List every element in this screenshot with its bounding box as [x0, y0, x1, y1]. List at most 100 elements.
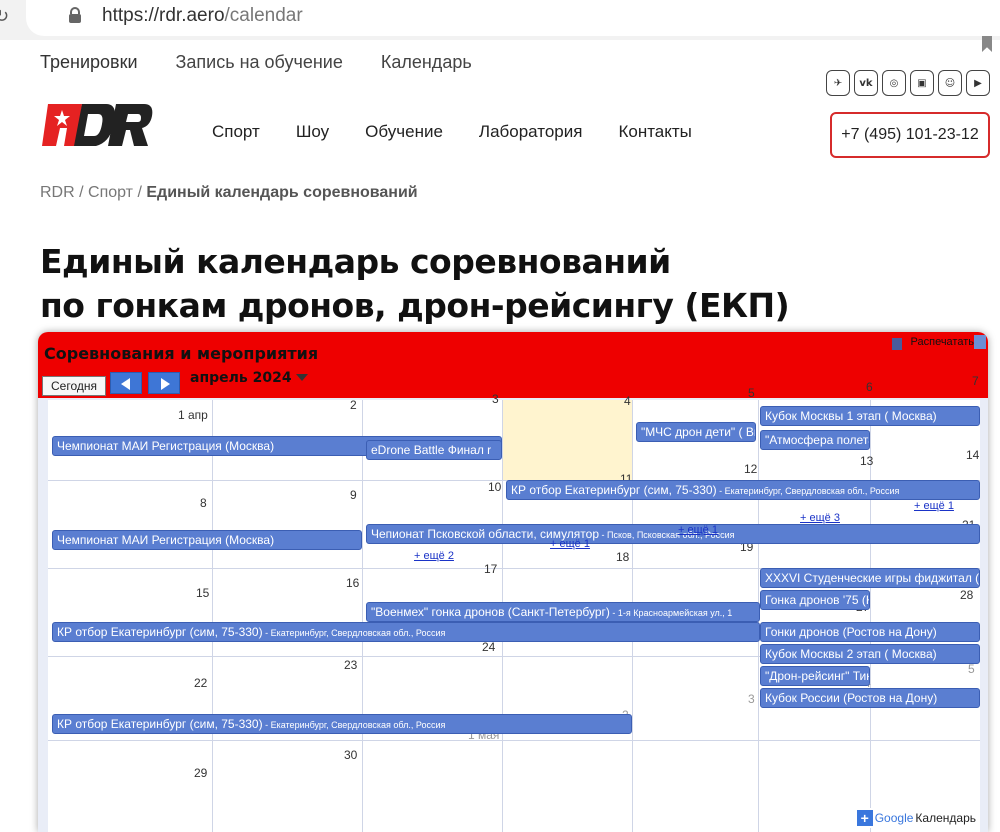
event-title: КР отбор Екатеринбург (сим, 75-330)	[511, 483, 717, 497]
google-calendar-badge[interactable]: + Google Календарь	[852, 808, 980, 828]
calendar-event[interactable]: Кубок России (Ростов на Дону)	[760, 688, 980, 708]
day-number[interactable]: 9	[350, 488, 357, 502]
url-text[interactable]: https://rdr.aero/calendar	[102, 5, 303, 27]
calendar-event[interactable]: "Атмосфера полета 20	[760, 430, 870, 450]
day-number[interactable]: 28	[960, 588, 973, 602]
url-path: /calendar	[224, 5, 303, 26]
calendar-event[interactable]: Чепионат Псковской области, симулятор - …	[366, 524, 980, 544]
more-events-link[interactable]: + ещё 1	[914, 500, 954, 512]
social-links: ✈ vk ◎ ▣ ☺ ▶	[826, 70, 990, 96]
day-number[interactable]: 2	[350, 398, 357, 412]
reload-icon[interactable]: ↻	[0, 6, 9, 27]
topnav-calendar[interactable]: Календарь	[381, 52, 472, 73]
day-number[interactable]: 4	[624, 394, 631, 408]
day-number[interactable]: 30	[344, 748, 357, 762]
topnav-signup[interactable]: Запись на обучение	[176, 52, 343, 73]
calendar-title: Соревнования и мероприятия	[44, 344, 319, 363]
bookmark-icon[interactable]	[982, 36, 992, 52]
chevron-down-icon[interactable]	[296, 374, 308, 381]
calendar-menu-button[interactable]	[974, 335, 986, 349]
main-nav: Спорт Шоу Обучение Лаборатория Контакты	[212, 122, 728, 142]
calendar-event[interactable]: "Дрон-рейсинг" Тини	[760, 666, 870, 686]
day-number[interactable]: 22	[194, 676, 207, 690]
calendar-event[interactable]: XXXVI Студенческие игры фиджитал ( Моск	[760, 568, 980, 588]
rdr-logo[interactable]	[42, 102, 154, 148]
weekday-headers: Пн Вт Ср Чт Пт Сб Вс	[38, 382, 988, 412]
day-number[interactable]: 29	[194, 766, 207, 780]
today-highlight	[502, 400, 632, 480]
nav-sport[interactable]: Спорт	[212, 122, 260, 142]
top-nav: Тренировки Запись на обучение Календарь	[40, 52, 472, 73]
breadcrumb-separator: /	[74, 184, 89, 201]
more-events-link[interactable]: + ещё 2	[414, 550, 454, 562]
day-number[interactable]: 10	[488, 480, 501, 494]
day-number[interactable]: 5	[968, 662, 975, 676]
address-bar[interactable]: https://rdr.aero/calendar	[26, 0, 1000, 36]
day-number[interactable]: 14	[966, 448, 979, 462]
calendar-event[interactable]: "МЧС дрон дети" ( Ви	[636, 422, 756, 442]
day-number[interactable]: 7	[972, 374, 979, 388]
day-number[interactable]: 12	[744, 462, 757, 476]
event-title: КР отбор Екатеринбург (сим, 75-330)	[57, 625, 263, 639]
day-number[interactable]: 16	[346, 576, 359, 590]
twitch-icon[interactable]: ▣	[910, 70, 934, 96]
telegram-icon[interactable]: ✈	[826, 70, 850, 96]
google-calendar-label: Календарь	[915, 811, 976, 825]
event-location: - Екатеринбург, Свердловская обл., Росси…	[262, 628, 446, 638]
nav-education[interactable]: Обучение	[365, 122, 443, 142]
calendar-event[interactable]: Гонки дронов (Ростов на Дону)	[760, 622, 980, 642]
day-number[interactable]: 18	[616, 550, 629, 564]
day-number[interactable]: 17	[484, 562, 497, 576]
odnoklassniki-icon[interactable]: ◎	[882, 70, 906, 96]
calendar-event[interactable]: Кубок Москвы 1 этап ( Москва)	[760, 406, 980, 426]
calendar-event[interactable]: "Военмех" гонка дронов (Санкт-Петербург)…	[366, 602, 760, 622]
discord-icon[interactable]: ☺	[938, 70, 962, 96]
day-number[interactable]: 5	[748, 386, 755, 400]
calendar-event[interactable]: КР отбор Екатеринбург (сим, 75-330) - Ек…	[52, 714, 632, 734]
calendar-event[interactable]: Чемпионат МАИ Регистрация (Москва)	[52, 530, 362, 550]
page-title: Единый календарь соревнований по гонкам …	[40, 240, 790, 328]
day-number[interactable]: 6	[866, 380, 873, 394]
event-title: КР отбор Екатеринбург (сим, 75-330)	[57, 717, 263, 731]
event-location: - 1-я Красноармейская ул., 1	[609, 608, 733, 618]
event-title: "Военмех" гонка дронов (Санкт-Петербург)	[371, 605, 610, 619]
breadcrumb: RDR / Спорт / Единый календарь соревнова…	[40, 184, 418, 202]
url-host: https://rdr.aero	[102, 5, 225, 26]
day-number[interactable]: 8	[200, 496, 207, 510]
youtube-icon[interactable]: ▶	[966, 70, 990, 96]
more-events-link[interactable]: + ещё 1	[550, 538, 590, 550]
calendar-widget: Соревнования и мероприятия Распечатать С…	[38, 332, 988, 832]
more-events-link[interactable]: + ещё 1	[678, 524, 718, 536]
day-number[interactable]: 15	[196, 586, 209, 600]
nav-contacts[interactable]: Контакты	[618, 122, 691, 142]
calendar-event[interactable]: eDrone Battle Финал r	[366, 440, 502, 460]
browser-bar: https://rdr.aero/calendar ↻	[0, 0, 1000, 40]
calendar-event[interactable]: КР отбор Екатеринбург (сим, 75-330) - Ек…	[506, 480, 980, 500]
topnav-training[interactable]: Тренировки	[40, 52, 138, 73]
page-title-line1: Единый календарь соревнований	[40, 242, 671, 281]
calendar-event[interactable]: КР отбор Екатеринбург (сим, 75-330) - Ек…	[52, 622, 760, 642]
day-number[interactable]: 3	[748, 692, 755, 706]
phone-button[interactable]: +7 (495) 101-23-12	[830, 112, 990, 158]
calendar-event[interactable]: Гонка дронов '75 (Ке	[760, 590, 870, 610]
nav-show[interactable]: Шоу	[296, 122, 329, 142]
day-number[interactable]: 23	[344, 658, 357, 672]
breadcrumb-separator: /	[133, 184, 147, 201]
calendar-event[interactable]: Кубок Москвы 2 этап ( Москва)	[760, 644, 980, 664]
lock-icon	[69, 7, 81, 23]
vk-icon[interactable]: vk	[854, 70, 878, 96]
nav-lab[interactable]: Лаборатория	[479, 122, 583, 142]
event-location: - Екатеринбург, Свердловская обл., Росси…	[262, 720, 446, 730]
breadcrumb-current: Единый календарь соревнований	[146, 184, 418, 201]
day-number[interactable]: 1 апр	[178, 408, 208, 422]
day-number[interactable]: 13	[860, 454, 873, 468]
google-logo: Google	[874, 811, 914, 825]
print-link[interactable]: Распечатать	[911, 336, 974, 348]
plus-icon: +	[856, 810, 873, 826]
more-events-link[interactable]: + ещё 3	[800, 512, 840, 524]
breadcrumb-root[interactable]: RDR	[40, 184, 75, 201]
day-number[interactable]: 3	[492, 392, 499, 406]
breadcrumb-sport[interactable]: Спорт	[88, 184, 133, 201]
printer-icon[interactable]	[892, 338, 902, 350]
day-number[interactable]: 24	[482, 640, 495, 654]
